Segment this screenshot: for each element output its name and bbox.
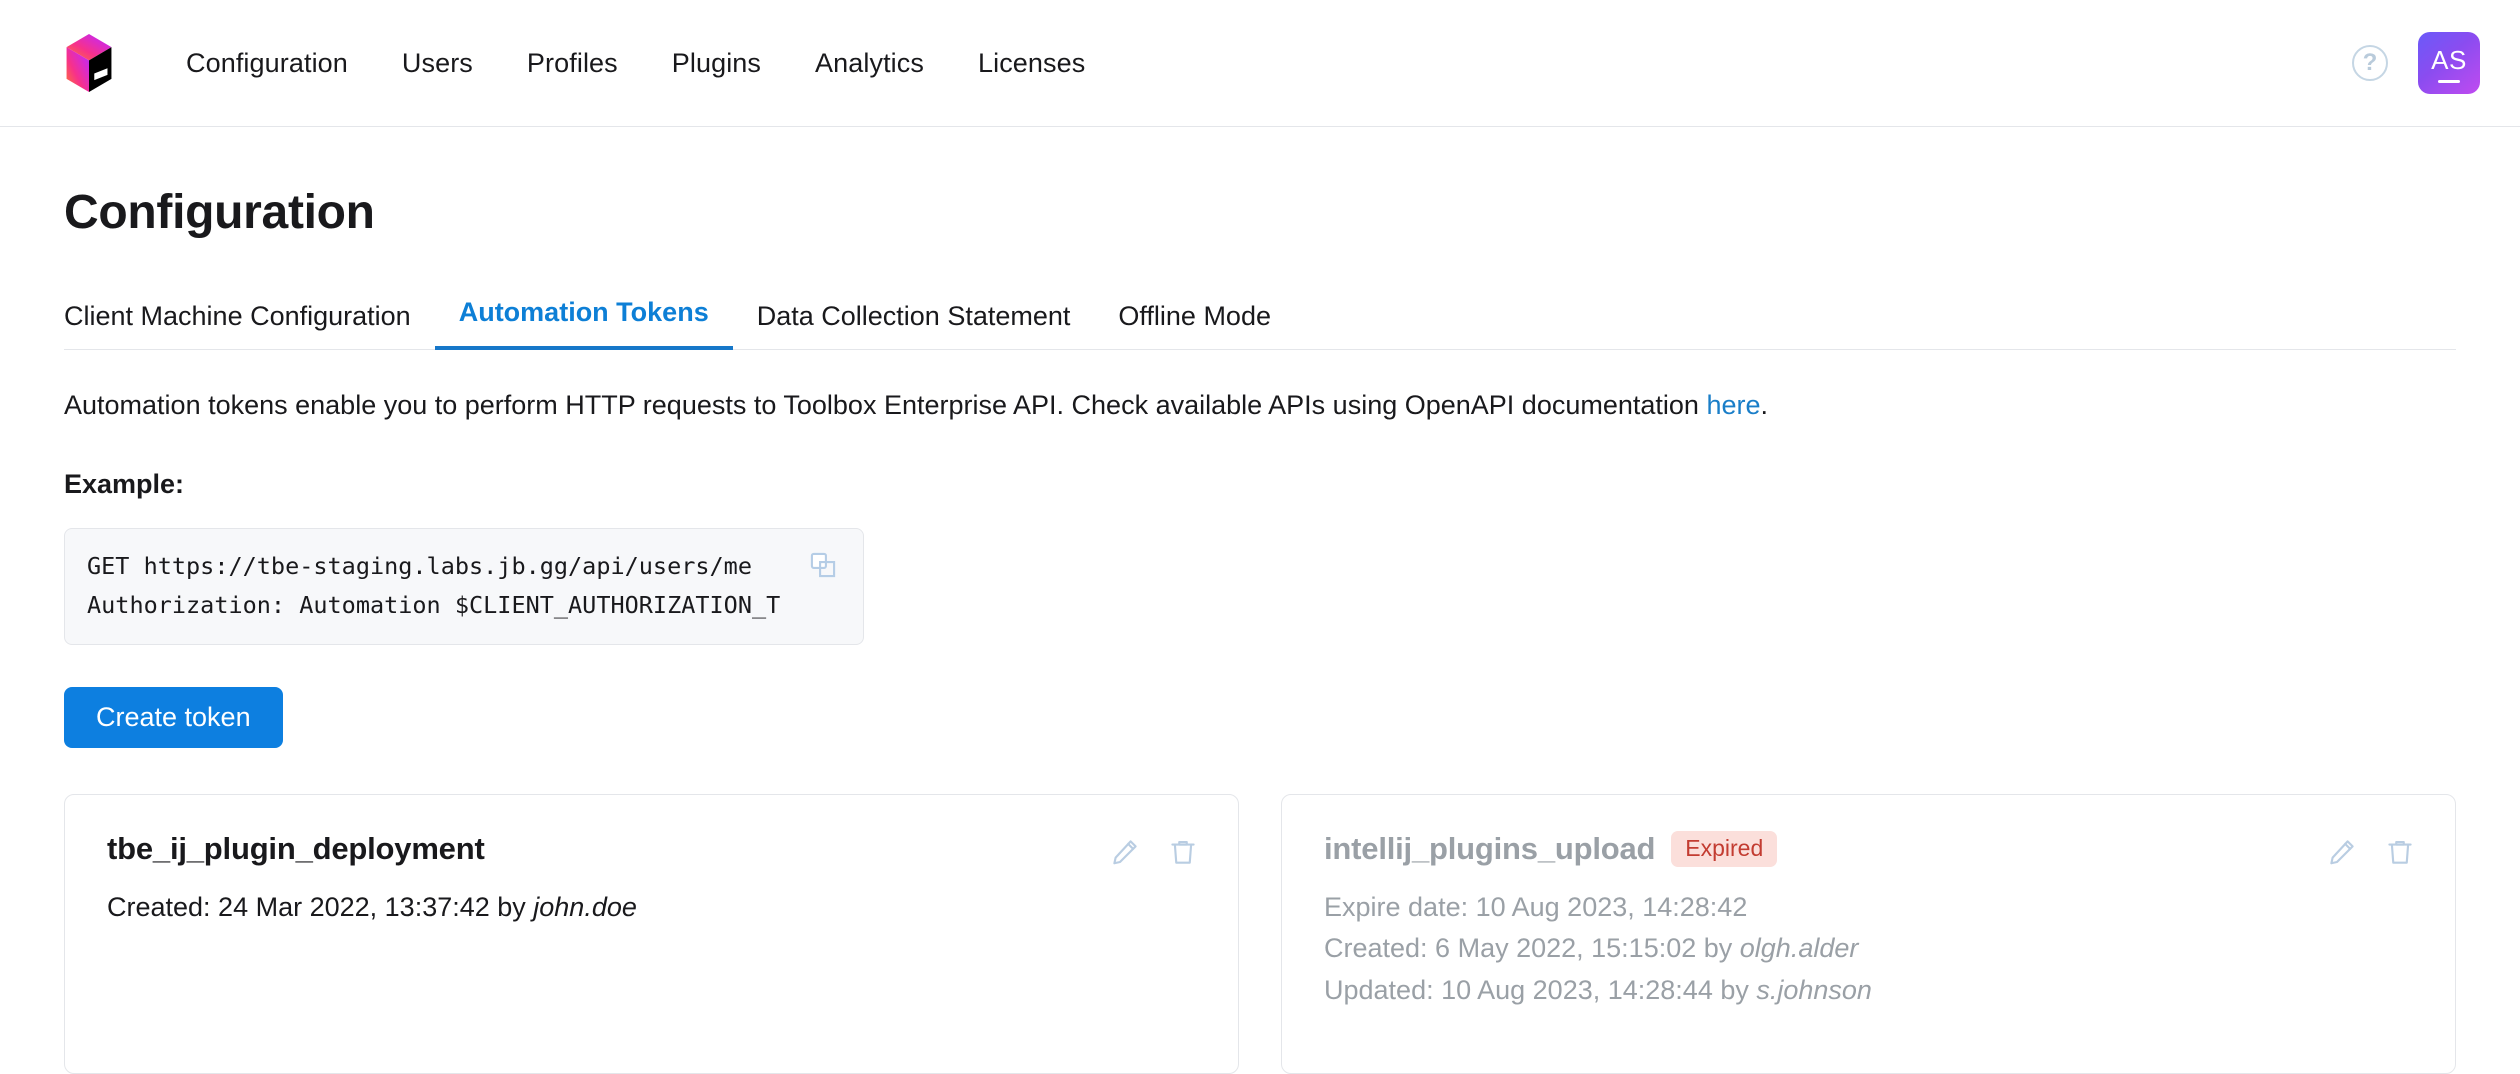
description-after-link: . (1760, 390, 1768, 420)
avatar-initials: AS (2431, 45, 2467, 75)
top-navigation-bar: Configuration Users Profiles Plugins Ana… (0, 0, 2520, 127)
nav-item-users[interactable]: Users (375, 48, 500, 79)
tab-offline-mode[interactable]: Offline Mode (1094, 301, 1295, 350)
token-created-user: john.doe (533, 891, 637, 922)
top-bar-right-controls: ? AS (2352, 32, 2480, 94)
nav-item-configuration[interactable]: Configuration (186, 48, 375, 79)
token-card-meta: Created: 24 Mar 2022, 13:37:42 by john.d… (107, 887, 1198, 929)
openapi-documentation-link[interactable]: here (1706, 390, 1760, 420)
tab-bar: Client Machine Configuration Automation … (64, 296, 2456, 350)
token-card-actions (1110, 837, 1198, 867)
nav-item-analytics[interactable]: Analytics (788, 48, 951, 79)
token-expire-prefix: Expire date: 10 Aug 2023, 14:28:42 (1324, 891, 1748, 922)
trash-icon[interactable] (2385, 837, 2415, 867)
token-name: intellij_plugins_upload (1324, 830, 1656, 866)
token-title-wrap: intellij_plugins_upload Expired (1324, 830, 2307, 867)
description-text: Automation tokens enable you to perform … (64, 387, 2456, 423)
nav-item-profiles[interactable]: Profiles (500, 48, 645, 79)
nav-item-licenses[interactable]: Licenses (951, 48, 1112, 79)
token-created-prefix: Created: 6 May 2022, 15:15:02 by (1324, 933, 1740, 964)
help-circle-icon[interactable]: ? (2352, 45, 2388, 81)
page-title: Configuration (64, 186, 375, 239)
token-card-meta: Expire date: 10 Aug 2023, 14:28:42 Creat… (1324, 887, 2415, 1013)
tab-client-machine-configuration[interactable]: Client Machine Configuration (64, 301, 435, 350)
token-created-prefix: Created: 24 Mar 2022, 13:37:42 by (107, 891, 534, 922)
example-code-block: GET https://tbe-staging.labs.jb.gg/api/u… (64, 528, 864, 645)
code-line-request: GET https://tbe-staging.labs.jb.gg/api/u… (87, 552, 752, 581)
description-before-link: Automation tokens enable you to perform … (64, 390, 1707, 420)
token-card: intellij_plugins_upload Expired Expire d… (1281, 793, 2456, 1074)
copy-icon[interactable] (809, 551, 837, 579)
tab-automation-tokens[interactable]: Automation Tokens (434, 297, 733, 350)
main-nav: Configuration Users Profiles Plugins Ana… (186, 48, 1112, 79)
token-name: tbe_ij_plugin_deployment (107, 830, 485, 866)
token-expire-line: Expire date: 10 Aug 2023, 14:28:42 (1324, 887, 2415, 929)
token-created-line: Created: 24 Mar 2022, 13:37:42 by john.d… (107, 887, 1198, 929)
pencil-icon[interactable] (1110, 837, 1140, 867)
pencil-icon[interactable] (2327, 837, 2357, 867)
token-updated-user: s.johnson (1756, 975, 1872, 1006)
token-created-user: olgh.alder (1739, 933, 1859, 964)
jetbrains-toolbox-cube-logo-icon[interactable] (56, 30, 122, 96)
token-card-list: tbe_ij_plugin_deployment Created: 24 Mar… (64, 793, 2456, 1074)
token-created-line: Created: 6 May 2022, 15:15:02 by olgh.al… (1324, 928, 2415, 970)
token-card: tbe_ij_plugin_deployment Created: 24 Mar… (64, 793, 1239, 1074)
page-content: Configuration Client Machine Configurati… (0, 185, 2520, 1074)
status-badge: Expired (1671, 830, 1778, 867)
tab-data-collection-statement[interactable]: Data Collection Statement (733, 301, 1095, 350)
token-card-header: intellij_plugins_upload Expired (1324, 830, 2415, 867)
trash-icon[interactable] (1168, 837, 1198, 867)
create-token-button[interactable]: Create token (64, 686, 283, 748)
token-card-actions (2327, 837, 2415, 867)
avatar-dash (2438, 80, 2460, 83)
nav-item-plugins[interactable]: Plugins (645, 48, 788, 79)
token-updated-prefix: Updated: 10 Aug 2023, 14:28:44 by (1324, 975, 1757, 1006)
token-title-wrap: tbe_ij_plugin_deployment (107, 831, 1090, 867)
example-label: Example: (64, 469, 185, 500)
code-line-authorization: Authorization: Automation $CLIENT_AUTHOR… (87, 590, 781, 619)
user-avatar[interactable]: AS (2418, 32, 2480, 94)
token-card-header: tbe_ij_plugin_deployment (107, 831, 1198, 867)
token-updated-line: Updated: 10 Aug 2023, 14:28:44 by s.john… (1324, 970, 2415, 1012)
